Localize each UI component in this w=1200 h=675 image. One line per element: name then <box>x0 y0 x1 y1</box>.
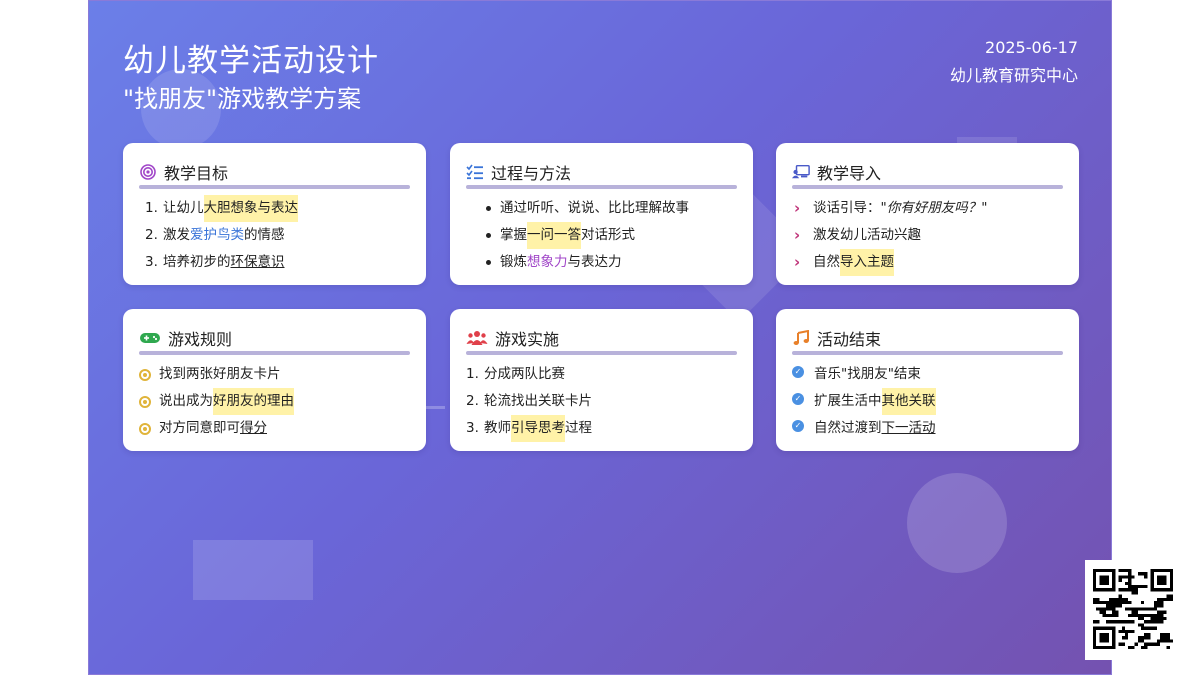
divider <box>139 351 410 355</box>
list-item: › 自然 导入主题 <box>792 249 1063 276</box>
card-title: 游戏规则 <box>168 330 233 349</box>
list-item: 1. 分成两队比赛 <box>466 366 565 382</box>
chevron-right-icon: › <box>794 253 801 271</box>
card-title: 活动结束 <box>817 330 882 349</box>
card-goals: 教学目标 1. 让幼儿 大胆想象与表达 2. 激发 爱护鸟类 的情感 3. 培养初步的 环保意… <box>123 143 426 285</box>
list-item: 锻炼 想象力 与表达力 <box>466 249 737 276</box>
divider <box>139 185 410 189</box>
card-ending: 活动结束 ✓ 音乐"找朋友"结束 ✓ 扩展生活中 其他关联 ✓ 自然过渡到 下一活动 <box>776 309 1079 451</box>
list-item: 对方同意即可 得分 <box>139 415 410 442</box>
list-item: 1. 让幼儿 大胆想象与表达 <box>139 195 410 222</box>
card-title: 游戏实施 <box>495 330 560 349</box>
page-subtitle: "找朋友"游戏教学方案 <box>123 85 362 113</box>
date-label: 2025-06-17 <box>985 38 1078 57</box>
list-item: 找到两张好朋友卡片 <box>139 361 410 388</box>
divider <box>792 351 1063 355</box>
slide: 幼儿教学活动设计 "找朋友"游戏教学方案 2025-06-17 幼儿教育研究中心… <box>88 0 1112 675</box>
divider <box>792 185 1063 189</box>
dot-circle-icon <box>139 395 151 408</box>
list-item: 掌握 一问一答 对话形式 <box>466 222 737 249</box>
dot-circle-icon <box>139 368 151 381</box>
check-circle-icon: ✓ <box>792 419 804 432</box>
check-circle-icon: ✓ <box>792 392 804 405</box>
chevron-right-icon: › <box>794 199 801 217</box>
list-item: ✓ 扩展生活中 其他关联 <box>792 388 1063 415</box>
card-implement: 游戏实施 1. 分成两队比赛 2. 轮流找出关联卡片 3. 教师 引导思考 过程 <box>450 309 753 451</box>
card-process: 过程与方法 通过听听、说说、比比理解故事 掌握 一问一答 对话形式 锻炼 想象力 与表达… <box>450 143 753 285</box>
list-item: ✓ 音乐"找朋友"结束 <box>792 361 1063 388</box>
page-title: 幼儿教学活动设计 <box>123 43 379 79</box>
dot-circle-icon <box>139 422 151 435</box>
list-item: 3. 培养初步的 环保意识 <box>145 254 285 270</box>
target-icon <box>139 163 157 181</box>
list-item: › 激发幼儿活动兴趣 <box>792 222 1063 249</box>
card-title: 教学目标 <box>164 164 229 183</box>
decor-circle <box>907 473 1007 573</box>
card-rules: 游戏规则 找到两张好朋友卡片 说出成为 好朋友的理由 对方同意即可 得分 <box>123 309 426 451</box>
checklist-icon <box>466 163 484 181</box>
music-icon <box>792 329 810 347</box>
list-item: 2. 轮流找出关联卡片 <box>466 393 592 409</box>
qr-code-icon[interactable] <box>1085 560 1180 660</box>
divider <box>466 185 737 189</box>
list-item: › 谈话引导：" 你有好朋友吗？ " <box>792 195 1063 222</box>
users-icon <box>466 329 488 347</box>
card-intro: 教学导入 › 谈话引导：" 你有好朋友吗？ " › 激发幼儿活动兴趣 › 自然 导入主题 <box>776 143 1079 285</box>
decor-rect <box>193 540 313 600</box>
card-title: 过程与方法 <box>491 164 572 183</box>
list-item: ✓ 自然过渡到 下一活动 <box>792 415 1063 442</box>
gamepad-icon <box>139 329 161 347</box>
teacher-board-icon <box>792 163 810 181</box>
chevron-right-icon: › <box>794 226 801 244</box>
list-item: 2. 激发 爱护鸟类 的情感 <box>145 227 285 243</box>
check-circle-icon: ✓ <box>792 365 804 378</box>
list-item: 通过听听、说说、比比理解故事 <box>466 195 737 222</box>
card-title: 教学导入 <box>817 164 882 183</box>
divider <box>466 351 737 355</box>
list-item: 说出成为 好朋友的理由 <box>139 388 410 415</box>
list-item: 3. 教师 引导思考 过程 <box>466 415 737 442</box>
org-label: 幼儿教育研究中心 <box>949 66 1078 85</box>
